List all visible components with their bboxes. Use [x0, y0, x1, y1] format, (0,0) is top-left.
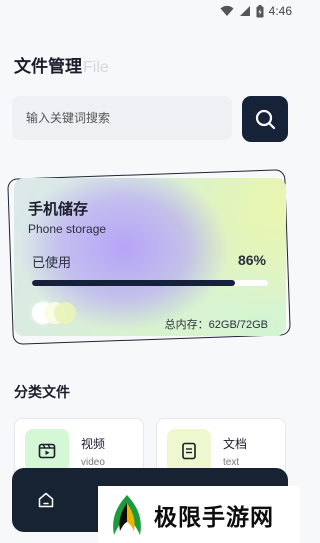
storage-progress-fill	[32, 280, 235, 286]
used-label: 已使用	[32, 255, 72, 270]
nav-home[interactable]	[34, 488, 58, 512]
search-icon	[255, 109, 276, 130]
category-section-title: 分类文件	[14, 384, 70, 400]
total-memory: 总内存：62GB/72GB	[164, 319, 268, 331]
decor-dot	[54, 302, 76, 324]
watermark-logo-icon	[113, 494, 141, 535]
video-icon	[38, 443, 56, 459]
category-document-en: text	[223, 457, 240, 468]
video-icon-box	[25, 429, 69, 473]
document-icon	[182, 442, 196, 460]
wifi-icon	[220, 5, 234, 16]
storage-card[interactable]: 手机储存 Phone storage 已使用 86% 总内存：62GB/72GB	[14, 178, 286, 336]
status-time: 4:46	[268, 4, 292, 18]
search-button[interactable]	[242, 96, 288, 142]
document-icon-box	[167, 429, 211, 473]
home-icon	[38, 492, 54, 508]
page-title: 文件管理 File	[14, 52, 109, 77]
category-video-name: 视频	[81, 437, 106, 451]
status-bar: 4:46	[0, 0, 300, 22]
used-percent: 86%	[237, 252, 266, 268]
category-video-en: video	[81, 457, 105, 468]
watermark-text: 极限手游网	[154, 503, 274, 530]
search-input[interactable]	[26, 111, 232, 125]
signal-icon	[239, 6, 250, 16]
storage-title: 手机储存	[28, 201, 89, 218]
storage-progress-bar	[32, 280, 268, 286]
storage-subtitle: Phone storage	[28, 222, 107, 236]
watermark: 极限手游网	[98, 486, 300, 543]
page-title-text: 文件管理	[14, 57, 82, 76]
battery-icon	[256, 4, 264, 17]
page-title-en: File	[83, 59, 109, 76]
category-document-name: 文档	[223, 437, 248, 451]
search-box[interactable]	[12, 96, 232, 140]
